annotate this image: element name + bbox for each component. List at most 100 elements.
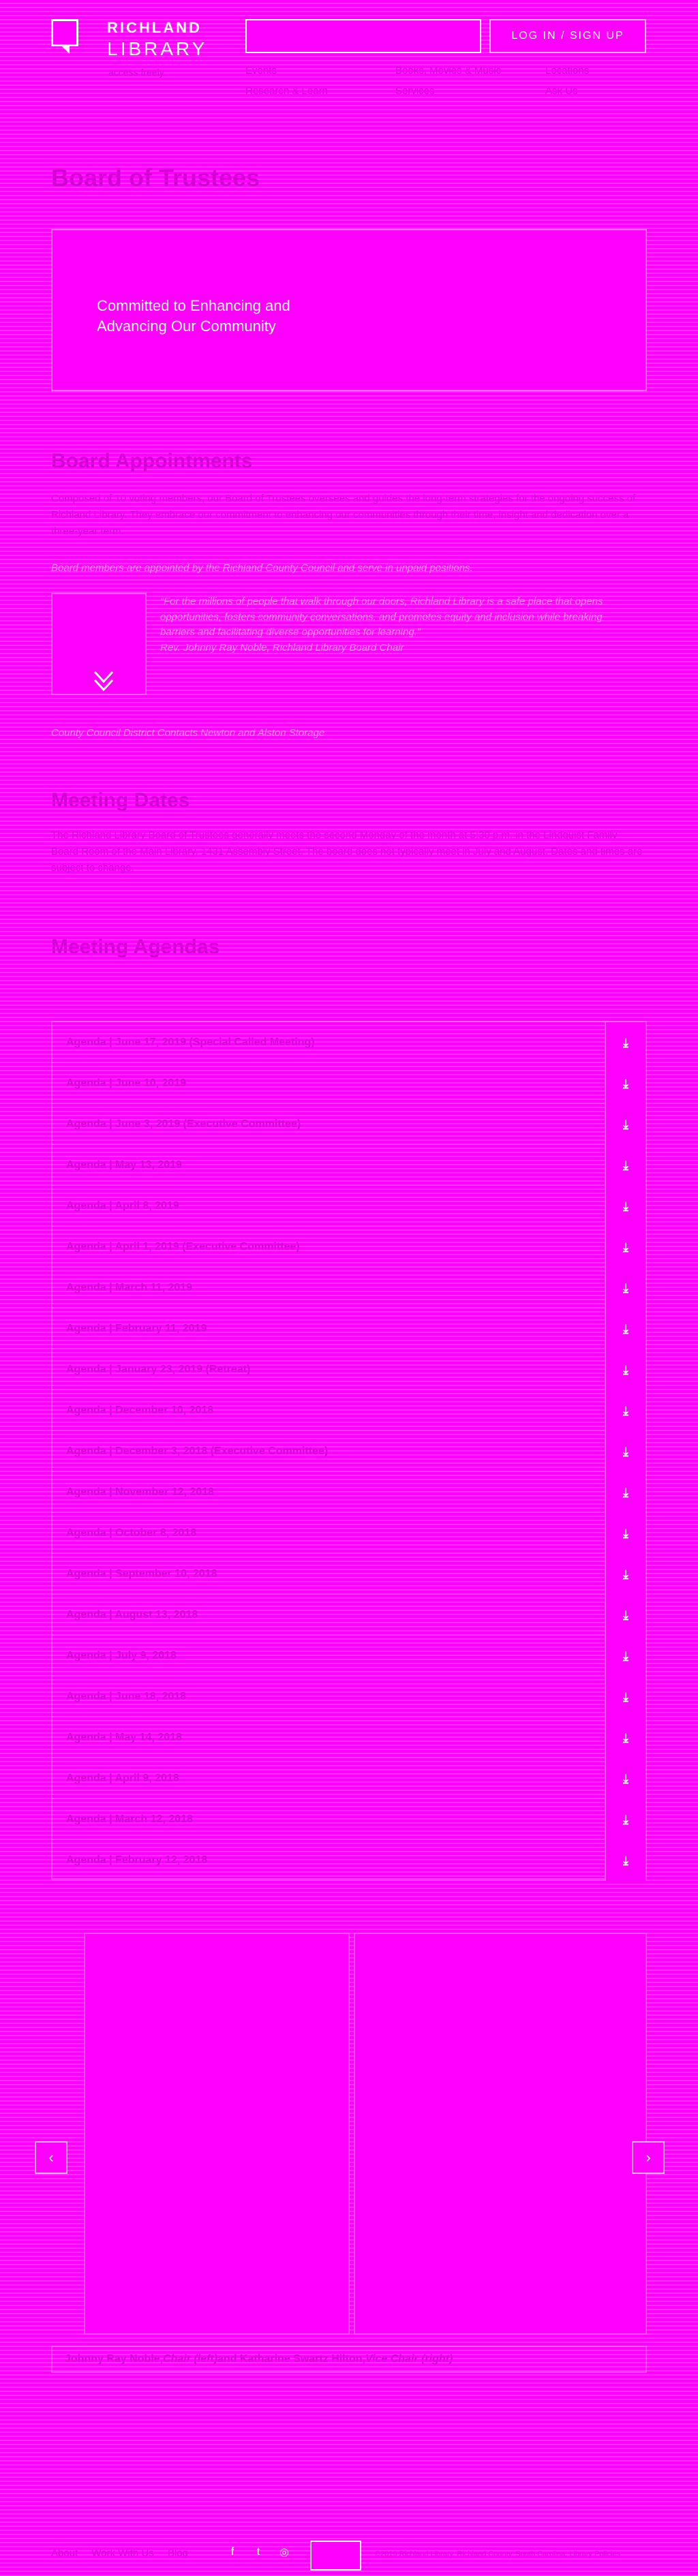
site-footer: About Work With Us Blog f t ◎ ©2019 Rich…	[0, 2535, 698, 2576]
download-icon[interactable]: ⤓	[605, 1268, 646, 1308]
download-icon[interactable]: ⤓	[605, 1063, 646, 1104]
footer-links: About Work With Us Blog	[51, 2547, 199, 2559]
chevron-down-icon	[93, 671, 114, 692]
agenda-row[interactable]: Agenda | January 23, 2019 (Retreat) ⤓	[52, 1349, 646, 1390]
login-signup-button[interactable]: LOG IN / SIGN UP	[489, 19, 646, 53]
agenda-label[interactable]: Agenda | February 12, 2018	[66, 1854, 632, 1867]
nav-locations[interactable]: Locations	[545, 65, 589, 76]
download-icon[interactable]: ⤓	[605, 1390, 646, 1431]
agenda-row[interactable]: Agenda | June 18, 2018 ⤓	[52, 1676, 646, 1717]
site-logo[interactable]: RICHLAND LIBRARY access freely.	[51, 19, 228, 78]
agenda-row[interactable]: Agenda | March 12, 2018 ⤓	[52, 1799, 646, 1840]
agenda-label[interactable]: Agenda | December 3, 2018 (Executive Com…	[66, 1445, 632, 1458]
agenda-label[interactable]: Agenda | May 14, 2018	[66, 1732, 632, 1744]
download-icon[interactable]: ⤓	[605, 1758, 646, 1799]
agenda-label[interactable]: Agenda | May 13, 2019	[66, 1159, 632, 1171]
agenda-row[interactable]: Agenda | November 12, 2018 ⤓	[52, 1472, 646, 1513]
footer-logo[interactable]	[310, 2541, 361, 2571]
caption-role1: Chair (left)	[163, 2353, 218, 2365]
download-icon[interactable]: ⤓	[605, 1554, 646, 1595]
download-icon[interactable]: ⤓	[605, 1676, 646, 1717]
social-links: f t ◎	[225, 2545, 292, 2560]
agenda-label[interactable]: Agenda | April 1, 2019 (Executive Commit…	[66, 1241, 632, 1253]
agenda-label[interactable]: Agenda | November 12, 2018	[66, 1486, 632, 1499]
download-icon[interactable]: ⤓	[605, 1349, 646, 1390]
agenda-row[interactable]: Agenda | April 9, 2018 ⤓	[52, 1758, 646, 1799]
nav-books-movies-music[interactable]: Books, Movies & Music	[395, 65, 501, 76]
search-input[interactable]	[245, 19, 481, 53]
council-contacts[interactable]: County Council District Contacts Newton …	[51, 725, 647, 741]
agenda-label[interactable]: Agenda | July 9, 2018	[66, 1650, 632, 1662]
agenda-row[interactable]: Agenda | April 1, 2019 (Executive Commit…	[52, 1227, 646, 1268]
agenda-row[interactable]: Agenda | December 3, 2018 (Executive Com…	[52, 1431, 646, 1472]
board-appointments-note: Board members are appointed by the Richl…	[51, 562, 473, 574]
logo-text-line1: RICHLAND	[107, 19, 202, 36]
download-icon[interactable]: ⤓	[605, 1717, 646, 1758]
agenda-row[interactable]: Agenda | June 3, 2019 (Executive Committ…	[52, 1104, 646, 1145]
agenda-label[interactable]: Agenda | February 11, 2019	[66, 1323, 632, 1335]
board-chair-photo-large	[84, 1933, 350, 2335]
twitter-icon[interactable]: t	[251, 2545, 266, 2560]
footer-link-about[interactable]: About	[51, 2547, 78, 2559]
agenda-label[interactable]: Agenda | June 10, 2019	[66, 1077, 632, 1090]
site-header: RICHLAND LIBRARY access freely. LOG IN /…	[0, 0, 698, 97]
photo-carousel: ‹ ›	[35, 1933, 665, 2335]
agenda-label[interactable]: Agenda | March 12, 2018	[66, 1813, 632, 1826]
footer-link-blog[interactable]: Blog	[168, 2547, 188, 2559]
quote-text: “For the millions of people that walk th…	[160, 594, 637, 656]
download-icon[interactable]: ⤓	[605, 1431, 646, 1472]
nav-services[interactable]: Services	[395, 85, 435, 97]
download-icon[interactable]: ⤓	[605, 1472, 646, 1513]
download-icon[interactable]: ⤓	[605, 1227, 646, 1268]
agenda-row[interactable]: Agenda | October 8, 2018 ⤓	[52, 1513, 646, 1554]
agenda-label[interactable]: Agenda | April 8, 2019	[66, 1200, 632, 1212]
agenda-row[interactable]: Agenda | February 11, 2019 ⤓	[52, 1308, 646, 1349]
nav-research-learn[interactable]: Research & Learn	[245, 85, 328, 97]
download-icon[interactable]: ⤓	[605, 1799, 646, 1840]
download-icon[interactable]: ⤓	[605, 1636, 646, 1676]
download-icon[interactable]: ⤓	[605, 1595, 646, 1636]
download-icon[interactable]: ⤓	[605, 1022, 646, 1063]
caption-part2: and Katharine Swartz Hilton,	[217, 2353, 365, 2365]
carousel-prev-button[interactable]: ‹	[35, 2141, 67, 2174]
download-icon[interactable]: ⤓	[605, 1513, 646, 1554]
agenda-label[interactable]: Agenda | December 10, 2018	[66, 1405, 632, 1417]
instagram-icon[interactable]: ◎	[277, 2545, 292, 2560]
agenda-label[interactable]: Agenda | September 10, 2018	[66, 1568, 632, 1580]
agenda-row[interactable]: Agenda | September 10, 2018 ⤓	[52, 1554, 646, 1595]
nav-ask-us[interactable]: Ask Us	[545, 85, 578, 97]
logo-mark-icon	[51, 19, 78, 54]
agenda-label[interactable]: Agenda | January 23, 2019 (Retreat)	[66, 1364, 632, 1376]
agenda-label[interactable]: Agenda | June 18, 2018	[66, 1691, 632, 1703]
agenda-row[interactable]: Agenda | February 12, 2018 ⤓	[52, 1840, 646, 1881]
agenda-label[interactable]: Agenda | April 9, 2018	[66, 1773, 632, 1785]
hero-banner: Committed to Enhancing and Advancing Our…	[51, 229, 647, 391]
agenda-row[interactable]: Agenda | June 17, 2019 (Special Called M…	[52, 1022, 646, 1063]
arrow-right-icon: ›	[646, 2149, 651, 2166]
agenda-row[interactable]: Agenda | December 10, 2018 ⤓	[52, 1390, 646, 1431]
agenda-row[interactable]: Agenda | May 14, 2018 ⤓	[52, 1717, 646, 1758]
agenda-label[interactable]: Agenda | March 11, 2019	[66, 1282, 632, 1294]
download-icon[interactable]: ⤓	[605, 1840, 646, 1881]
agenda-label[interactable]: Agenda | June 3, 2019 (Executive Committ…	[66, 1118, 632, 1131]
download-icon[interactable]: ⤓	[605, 1104, 646, 1145]
agenda-row[interactable]: Agenda | July 9, 2018 ⤓	[52, 1636, 646, 1676]
agenda-label[interactable]: Agenda | October 8, 2018	[66, 1527, 632, 1539]
meeting-agendas-heading: Meeting Agendas	[51, 936, 220, 958]
agenda-row[interactable]: Agenda | May 13, 2019 ⤓	[52, 1145, 646, 1186]
board-chair-quote: “For the millions of people that walk th…	[51, 593, 647, 695]
footer-link-work-with-us[interactable]: Work With Us	[91, 2547, 153, 2559]
download-icon[interactable]: ⤓	[605, 1308, 646, 1349]
board-appointments-heading: Board Appointments	[51, 450, 253, 472]
facebook-icon[interactable]: f	[225, 2545, 240, 2560]
download-icon[interactable]: ⤓	[605, 1186, 646, 1227]
agenda-row[interactable]: Agenda | August 13, 2018 ⤓	[52, 1595, 646, 1636]
agenda-row[interactable]: Agenda | June 10, 2019 ⤓	[52, 1063, 646, 1104]
agenda-row[interactable]: Agenda | April 8, 2019 ⤓	[52, 1186, 646, 1227]
agenda-row[interactable]: Agenda | March 11, 2019 ⤓	[52, 1268, 646, 1308]
download-icon[interactable]: ⤓	[605, 1145, 646, 1186]
carousel-next-button[interactable]: ›	[632, 2141, 665, 2174]
agenda-label[interactable]: Agenda | June 17, 2019 (Special Called M…	[66, 1037, 632, 1049]
agenda-label[interactable]: Agenda | August 13, 2018	[66, 1609, 632, 1621]
nav-events[interactable]: Events	[245, 65, 277, 76]
